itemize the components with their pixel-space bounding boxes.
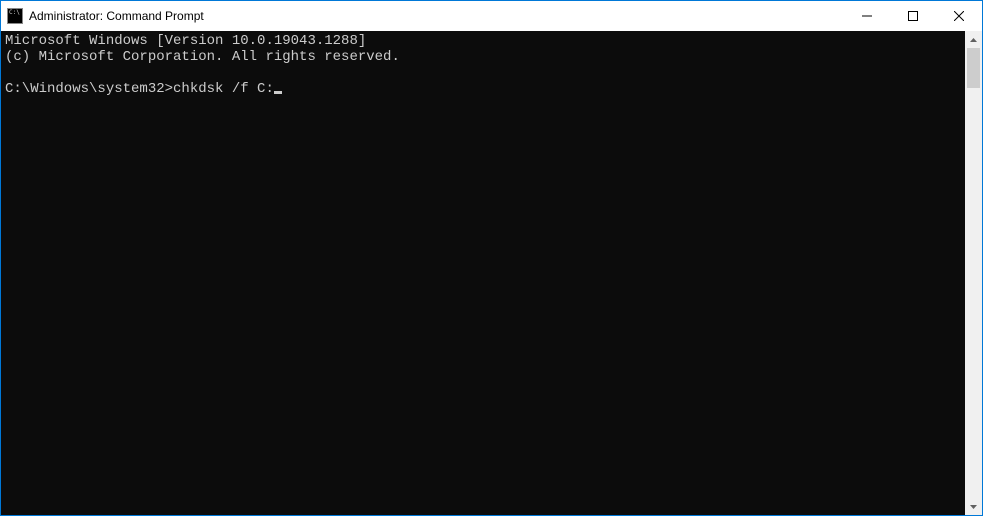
command-prompt-window: Administrator: Command Prompt Microsoft … xyxy=(0,0,983,516)
terminal-output[interactable]: Microsoft Windows [Version 10.0.19043.12… xyxy=(1,31,965,515)
minimize-icon xyxy=(862,11,872,21)
maximize-icon xyxy=(908,11,918,21)
minimize-button[interactable] xyxy=(844,1,890,31)
text-cursor xyxy=(274,91,282,94)
output-line: Microsoft Windows [Version 10.0.19043.12… xyxy=(5,33,366,49)
titlebar[interactable]: Administrator: Command Prompt xyxy=(1,1,982,31)
maximize-button[interactable] xyxy=(890,1,936,31)
app-icon xyxy=(7,8,23,24)
prompt-line: C:\Windows\system32>chkdsk /f C: xyxy=(5,81,282,97)
scroll-down-button[interactable] xyxy=(965,498,982,515)
command-input[interactable]: chkdsk /f C: xyxy=(173,81,274,97)
client-area: Microsoft Windows [Version 10.0.19043.12… xyxy=(1,31,982,515)
scroll-up-button[interactable] xyxy=(965,31,982,48)
prompt: C:\Windows\system32> xyxy=(5,81,173,97)
close-icon xyxy=(954,11,964,21)
output-line: (c) Microsoft Corporation. All rights re… xyxy=(5,49,400,65)
scrollbar-thumb[interactable] xyxy=(967,48,980,88)
vertical-scrollbar[interactable] xyxy=(965,31,982,515)
scrollbar-track[interactable] xyxy=(965,48,982,498)
window-title: Administrator: Command Prompt xyxy=(29,9,204,23)
close-button[interactable] xyxy=(936,1,982,31)
chevron-up-icon xyxy=(970,38,977,42)
chevron-down-icon xyxy=(970,505,977,509)
